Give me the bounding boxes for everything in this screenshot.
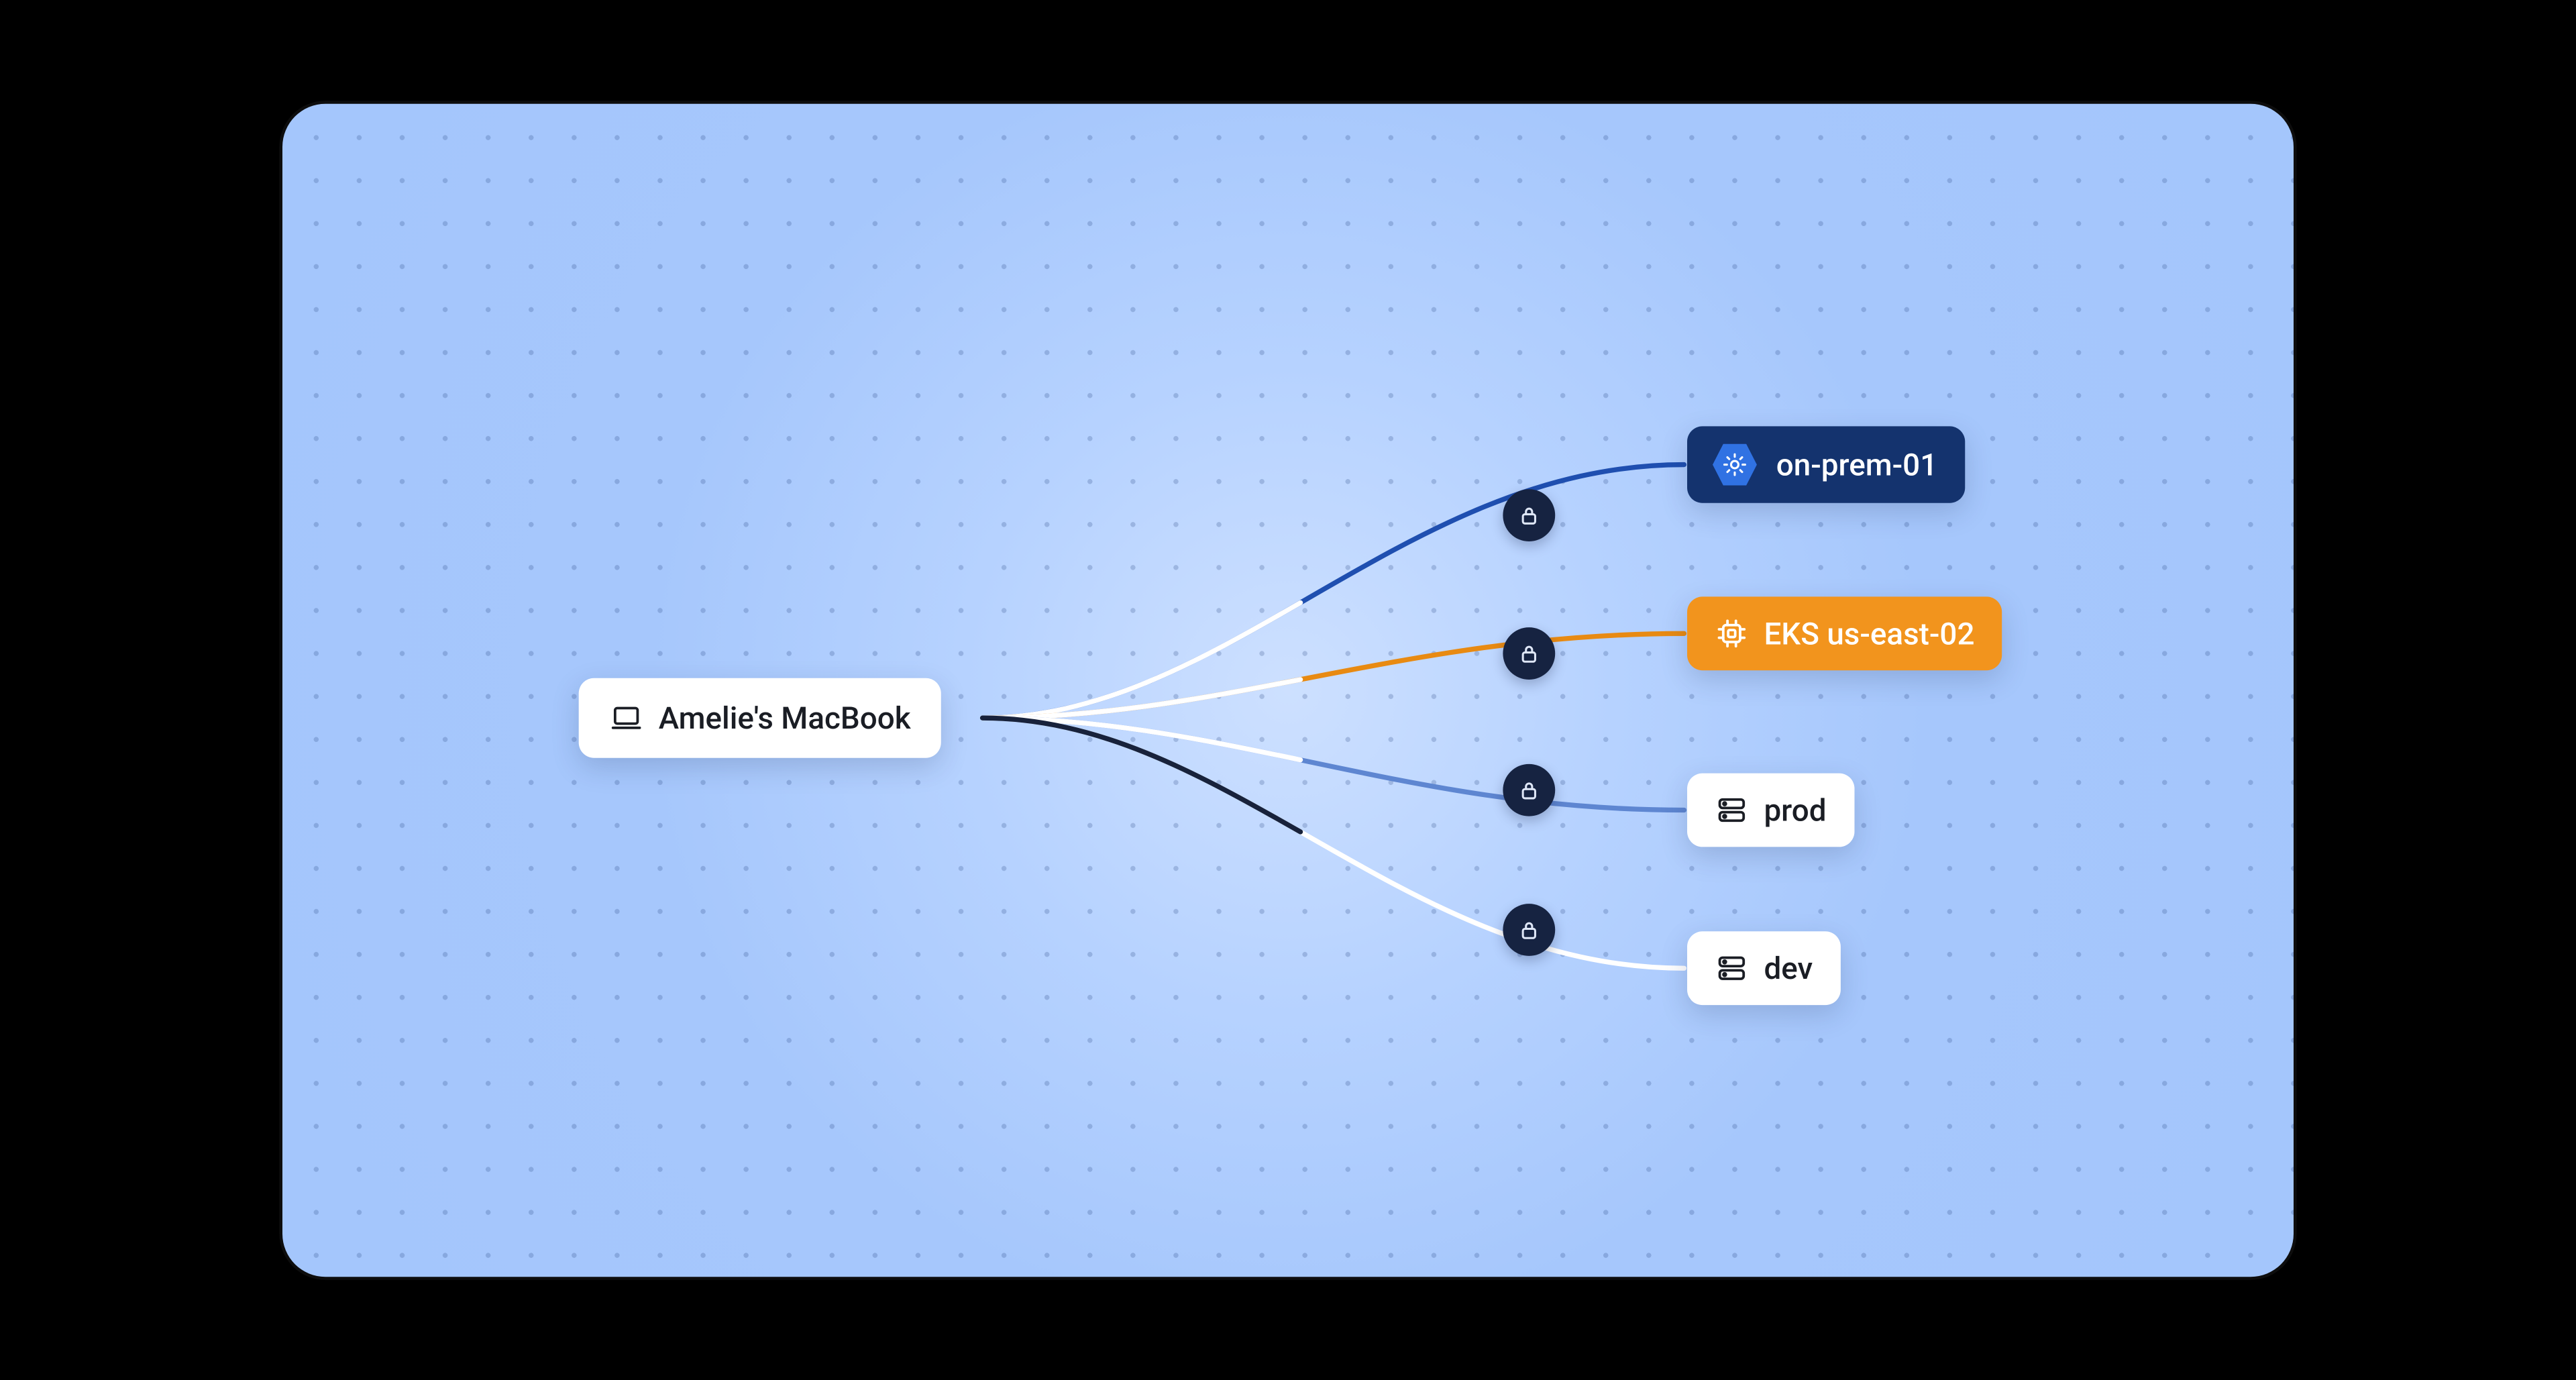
- target-node-label: EKS us-east-02: [1764, 615, 1974, 651]
- gke-gear-icon: [1712, 441, 1758, 488]
- server-icon: [1715, 951, 1748, 985]
- target-node-label: on-prem-01: [1776, 446, 1937, 483]
- laptop-icon: [609, 701, 643, 735]
- lock-icon: [1517, 502, 1542, 527]
- target-node-prod[interactable]: prod: [1687, 773, 1854, 847]
- lock-badge: [1503, 489, 1555, 541]
- target-node-onprem[interactable]: on-prem-01: [1687, 426, 1965, 502]
- lock-icon: [1517, 778, 1542, 802]
- target-node-label: dev: [1764, 949, 1813, 986]
- target-node-dev[interactable]: dev: [1687, 931, 1840, 1005]
- cpu-icon: [1715, 617, 1748, 650]
- lock-icon: [1517, 641, 1542, 666]
- lock-badge: [1503, 627, 1555, 680]
- server-icon: [1715, 793, 1748, 827]
- target-node-eks[interactable]: EKS us-east-02: [1687, 596, 2002, 670]
- target-node-label: prod: [1764, 792, 1826, 829]
- source-device-label: Amelie's MacBook: [659, 699, 911, 736]
- lock-badge: [1503, 904, 1555, 956]
- lock-badge: [1503, 763, 1555, 816]
- lock-icon: [1517, 917, 1542, 942]
- source-device-node[interactable]: Amelie's MacBook: [579, 678, 942, 757]
- topology-canvas: Amelie's MacBook on-prem-01 EKS us-east-0…: [282, 103, 2294, 1276]
